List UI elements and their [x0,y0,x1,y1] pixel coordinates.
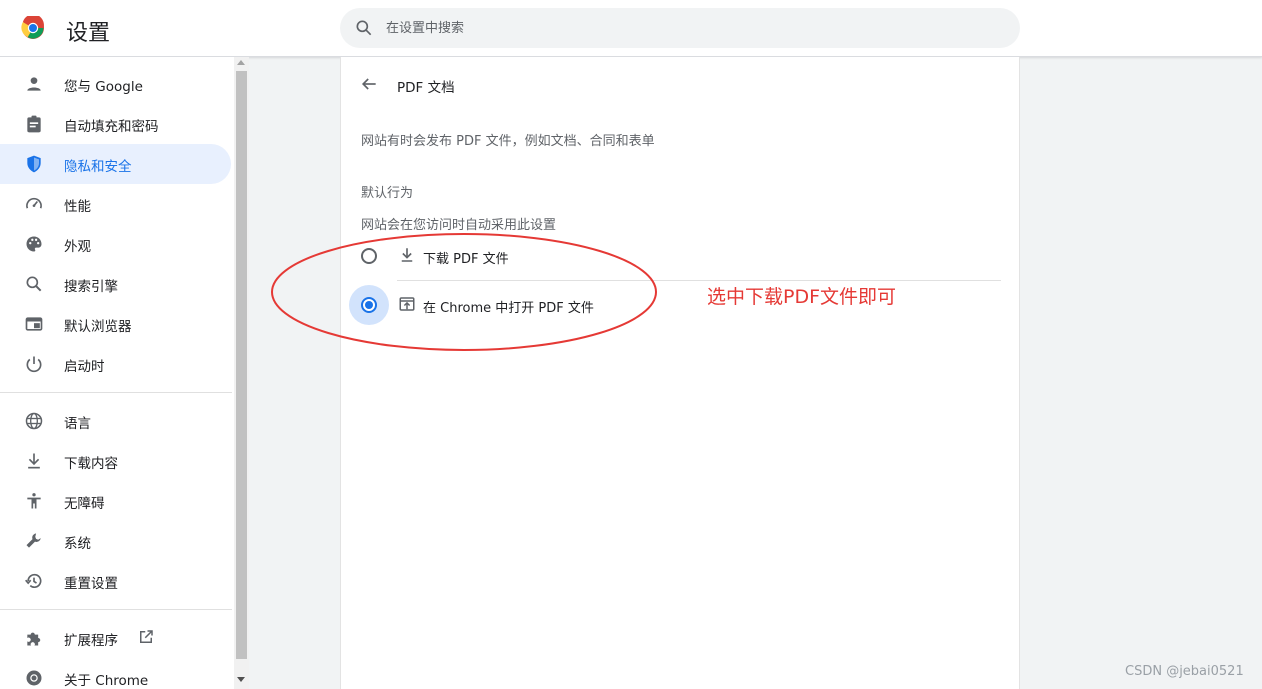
sidebar-item-extensions[interactable]: 扩展程序 [0,618,231,658]
power-icon [26,356,42,373]
chrome-logo-icon [21,16,44,39]
app-title: 设置 [66,21,111,46]
search-icon [26,276,42,292]
watermark: CSDN @jebai0521 [1125,664,1244,679]
sidebar-item-performance[interactable]: 性能 [0,184,231,224]
sidebar-item-default-browser[interactable]: 默认浏览器 [0,304,231,344]
sidebar-item-reset[interactable]: 重置设置 [0,561,231,601]
speedometer-icon [26,197,42,209]
person-icon [27,77,41,91]
sidebar: 您与 Google 自动填充和密码 隐私和安全 性能 外观 搜索引擎 默认浏览器… [0,57,234,689]
sidebar-item-label: 无障碍 [64,496,105,512]
sidebar-item-on-startup[interactable]: 启动时 [0,344,231,384]
sidebar-item-autofill[interactable]: 自动填充和密码 [0,104,231,144]
sidebar-item-privacy[interactable]: 隐私和安全 [0,144,231,184]
sidebar-item-label: 关于 Chrome [64,673,149,689]
globe-icon [25,412,43,430]
history-icon [25,573,42,588]
arrow-left-icon[interactable] [359,74,379,94]
wrench-icon [26,533,41,548]
sidebar-divider [0,609,232,610]
sidebar-item-label: 扩展程序 [64,633,118,649]
sidebar-item-downloads[interactable]: 下载内容 [0,441,231,481]
scroll-up-arrow[interactable] [237,60,245,65]
settings-card: PDF 文档 网站有时会发布 PDF 文件，例如文档、合同和表单 默认行为 网站… [340,57,1020,689]
sidebar-scrollbar[interactable] [234,57,249,689]
sidebar-item-label: 语言 [64,416,91,432]
search-box[interactable] [340,8,1020,48]
sidebar-item-appearance[interactable]: 外观 [0,224,231,264]
sidebar-item-label: 您与 Google [64,79,143,95]
sidebar-item-label: 启动时 [64,359,105,375]
sidebar-item-search-engine[interactable]: 搜索引擎 [0,264,231,304]
sidebar-divider [0,392,232,393]
sidebar-item-accessibility[interactable]: 无障碍 [0,481,231,521]
sidebar-item-label: 下载内容 [64,456,118,472]
browser-icon [25,317,43,331]
page-description: 网站有时会发布 PDF 文件，例如文档、合同和表单 [361,134,655,149]
sidebar-item-you-and-google[interactable]: 您与 Google [0,64,231,104]
sidebar-item-label: 性能 [64,199,91,215]
sidebar-item-label: 外观 [64,239,91,255]
sidebar-item-system[interactable]: 系统 [0,521,231,561]
section-heading: 默认行为 [361,186,414,201]
clipboard-icon [27,115,41,133]
external-link-icon [140,630,153,643]
sidebar-item-label: 自动填充和密码 [64,119,159,135]
page-title: PDF 文档 [397,80,455,96]
accessibility-icon [27,493,41,509]
palette-icon [26,236,42,252]
search-icon [356,20,372,36]
chrome-icon [26,670,42,686]
annotation-text: 选中下载PDF文件即可 [707,286,897,308]
sidebar-item-about-chrome[interactable]: 关于 Chrome [0,658,231,689]
download-icon [28,453,40,469]
scroll-down-arrow[interactable] [237,677,245,682]
sidebar-item-label: 默认浏览器 [64,319,132,335]
sidebar-item-languages[interactable]: 语言 [0,401,231,441]
sidebar-item-label: 重置设置 [64,576,118,592]
puzzle-icon [27,632,41,646]
shield-icon [27,155,41,173]
sidebar-item-label: 搜索引擎 [64,279,118,295]
annotation-ellipse [271,233,657,351]
top-bar: 设置 [0,0,1262,57]
search-input[interactable] [386,8,996,48]
sidebar-item-label: 隐私和安全 [64,159,132,175]
scroll-thumb[interactable] [236,71,247,659]
sidebar-item-label: 系统 [64,536,91,552]
